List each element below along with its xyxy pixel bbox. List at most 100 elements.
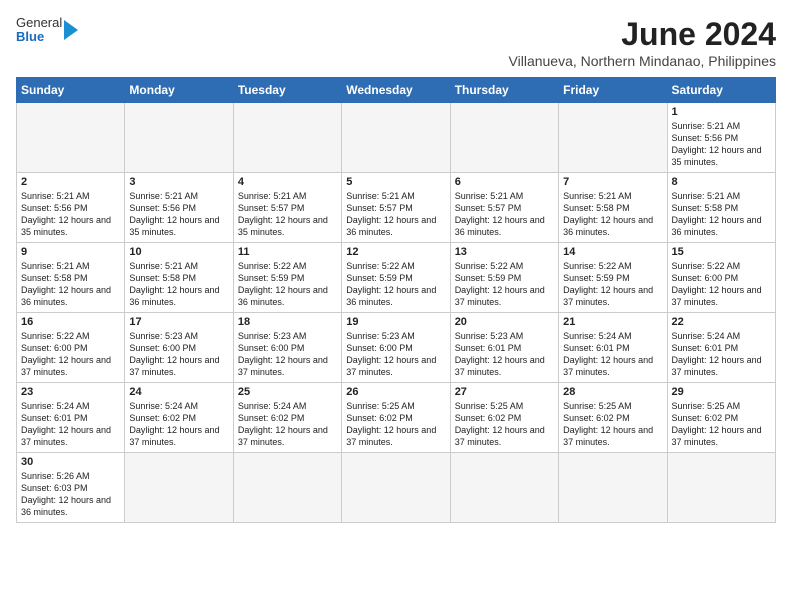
calendar-week-row: 2 Sunrise: 5:21 AM Sunset: 5:56 PM Daylig… (17, 173, 776, 243)
day-info: Sunrise: 5:23 AM Sunset: 6:00 PM Dayligh… (346, 330, 445, 379)
table-row: 10Sunrise: 5:21 AM Sunset: 5:58 PM Dayli… (125, 243, 233, 313)
day-number: 5 (346, 176, 445, 188)
day-info: Sunrise: 5:21 AM Sunset: 5:58 PM Dayligh… (672, 190, 771, 239)
table-row: 3Sunrise: 5:21 AM Sunset: 5:56 PM Daylig… (125, 173, 233, 243)
col-friday: Friday (559, 78, 667, 103)
day-info: Sunrise: 5:22 AM Sunset: 5:59 PM Dayligh… (238, 260, 337, 309)
calendar-week-row: 16Sunrise: 5:22 AM Sunset: 6:00 PM Dayli… (17, 313, 776, 383)
day-number: 7 (563, 176, 662, 188)
day-info: Sunrise: 5:25 AM Sunset: 6:02 PM Dayligh… (672, 400, 771, 449)
col-sunday: Sunday (17, 78, 125, 103)
calendar-week-row: 23 Sunrise: 5:24 AM Sunset: 6:01 PM Dayli… (17, 383, 776, 453)
table-row: 13 Sunrise: 5:22 AM Sunset: 5:59 PM Dayli… (450, 243, 558, 313)
day-info: Sunrise: 5:22 AM Sunset: 5:59 PM Dayligh… (563, 260, 662, 309)
day-number: 28 (563, 386, 662, 398)
day-number: 19 (346, 316, 445, 328)
calendar-header-row: Sunday Monday Tuesday Wednesday Thursday… (17, 78, 776, 103)
day-number: 27 (455, 386, 554, 398)
title-area: June 2024 Villanueva, Northern Mindanao,… (509, 16, 776, 69)
table-row: 4 Sunrise: 5:21 AM Sunset: 5:57 PM Daylig… (233, 173, 341, 243)
col-thursday: Thursday (450, 78, 558, 103)
table-row: 17 Sunrise: 5:23 AM Sunset: 6:00 PM Dayli… (125, 313, 233, 383)
table-row (667, 453, 775, 523)
day-info: Sunrise: 5:21 AM Sunset: 5:56 PM Dayligh… (129, 190, 228, 239)
day-info: Sunrise: 5:24 AM Sunset: 6:01 PM Dayligh… (672, 330, 771, 379)
table-row (559, 103, 667, 173)
day-number: 2 (21, 176, 120, 188)
calendar-subtitle: Villanueva, Northern Mindanao, Philippin… (509, 53, 776, 69)
table-row (559, 453, 667, 523)
table-row: 15Sunrise: 5:22 AM Sunset: 6:00 PM Dayli… (667, 243, 775, 313)
table-row: 20Sunrise: 5:23 AM Sunset: 6:01 PM Dayli… (450, 313, 558, 383)
table-row: 22 Sunrise: 5:24 AM Sunset: 6:01 PM Dayli… (667, 313, 775, 383)
day-number: 1 (672, 106, 771, 118)
day-info: Sunrise: 5:21 AM Sunset: 5:56 PM Dayligh… (21, 190, 120, 239)
logo: General Blue (16, 16, 78, 45)
table-row: 25Sunrise: 5:24 AM Sunset: 6:02 PM Dayli… (233, 383, 341, 453)
day-info: Sunrise: 5:21 AM Sunset: 5:57 PM Dayligh… (238, 190, 337, 239)
calendar-title: June 2024 (509, 16, 776, 53)
day-number: 25 (238, 386, 337, 398)
day-number: 22 (672, 316, 771, 328)
table-row: 30 Sunrise: 5:26 AM Sunset: 6:03 PM Dayli… (17, 453, 125, 523)
table-row: 16Sunrise: 5:22 AM Sunset: 6:00 PM Dayli… (17, 313, 125, 383)
table-row: 21Sunrise: 5:24 AM Sunset: 6:01 PM Dayli… (559, 313, 667, 383)
day-number: 29 (672, 386, 771, 398)
day-info: Sunrise: 5:21 AM Sunset: 5:56 PM Dayligh… (672, 120, 771, 169)
col-wednesday: Wednesday (342, 78, 450, 103)
day-info: Sunrise: 5:23 AM Sunset: 6:00 PM Dayligh… (129, 330, 228, 379)
day-number: 30 (21, 456, 120, 468)
table-row: 23 Sunrise: 5:24 AM Sunset: 6:01 PM Dayli… (17, 383, 125, 453)
day-info: Sunrise: 5:24 AM Sunset: 6:01 PM Dayligh… (21, 400, 120, 449)
day-number: 14 (563, 246, 662, 258)
day-number: 10 (129, 246, 228, 258)
day-info: Sunrise: 5:21 AM Sunset: 5:58 PM Dayligh… (21, 260, 120, 309)
day-number: 9 (21, 246, 120, 258)
table-row: 26 Sunrise: 5:25 AM Sunset: 6:02 PM Dayli… (342, 383, 450, 453)
calendar-week-row: 30 Sunrise: 5:26 AM Sunset: 6:03 PM Dayli… (17, 453, 776, 523)
table-row: 2 Sunrise: 5:21 AM Sunset: 5:56 PM Daylig… (17, 173, 125, 243)
table-row: 24Sunrise: 5:24 AM Sunset: 6:02 PM Dayli… (125, 383, 233, 453)
table-row (342, 453, 450, 523)
day-info: Sunrise: 5:25 AM Sunset: 6:02 PM Dayligh… (563, 400, 662, 449)
day-number: 11 (238, 246, 337, 258)
table-row: 9 Sunrise: 5:21 AM Sunset: 5:58 PM Daylig… (17, 243, 125, 313)
table-row (17, 103, 125, 173)
day-info: Sunrise: 5:24 AM Sunset: 6:01 PM Dayligh… (563, 330, 662, 379)
day-info: Sunrise: 5:25 AM Sunset: 6:02 PM Dayligh… (346, 400, 445, 449)
day-number: 23 (21, 386, 120, 398)
day-info: Sunrise: 5:23 AM Sunset: 6:01 PM Dayligh… (455, 330, 554, 379)
day-info: Sunrise: 5:22 AM Sunset: 5:59 PM Dayligh… (346, 260, 445, 309)
table-row: 19 Sunrise: 5:23 AM Sunset: 6:00 PM Dayli… (342, 313, 450, 383)
day-number: 4 (238, 176, 337, 188)
day-number: 26 (346, 386, 445, 398)
table-row: 18Sunrise: 5:23 AM Sunset: 6:00 PM Dayli… (233, 313, 341, 383)
day-number: 17 (129, 316, 228, 328)
day-number: 12 (346, 246, 445, 258)
day-number: 16 (21, 316, 120, 328)
table-row: 28 Sunrise: 5:25 AM Sunset: 6:02 PM Dayli… (559, 383, 667, 453)
day-number: 6 (455, 176, 554, 188)
table-row: 27 Sunrise: 5:25 AM Sunset: 6:02 PM Dayli… (450, 383, 558, 453)
day-info: Sunrise: 5:23 AM Sunset: 6:00 PM Dayligh… (238, 330, 337, 379)
header: General Blue June 2024 Villanueva, North… (16, 16, 776, 69)
day-info: Sunrise: 5:21 AM Sunset: 5:57 PM Dayligh… (346, 190, 445, 239)
day-info: Sunrise: 5:22 AM Sunset: 5:59 PM Dayligh… (455, 260, 554, 309)
table-row (450, 453, 558, 523)
calendar-week-row: 9 Sunrise: 5:21 AM Sunset: 5:58 PM Daylig… (17, 243, 776, 313)
col-tuesday: Tuesday (233, 78, 341, 103)
calendar-week-row: 1 Sunrise: 5:21 AM Sunset: 5:56 PM Daylig… (17, 103, 776, 173)
table-row: 14 Sunrise: 5:22 AM Sunset: 5:59 PM Dayli… (559, 243, 667, 313)
day-number: 15 (672, 246, 771, 258)
day-number: 13 (455, 246, 554, 258)
table-row: 11 Sunrise: 5:22 AM Sunset: 5:59 PM Dayli… (233, 243, 341, 313)
table-row: 8Sunrise: 5:21 AM Sunset: 5:58 PM Daylig… (667, 173, 775, 243)
table-row (450, 103, 558, 173)
table-row (233, 453, 341, 523)
table-row (342, 103, 450, 173)
calendar-table: Sunday Monday Tuesday Wednesday Thursday… (16, 77, 776, 523)
col-saturday: Saturday (667, 78, 775, 103)
day-info: Sunrise: 5:25 AM Sunset: 6:02 PM Dayligh… (455, 400, 554, 449)
day-info: Sunrise: 5:26 AM Sunset: 6:03 PM Dayligh… (21, 470, 120, 519)
logo-general: General (16, 16, 62, 30)
